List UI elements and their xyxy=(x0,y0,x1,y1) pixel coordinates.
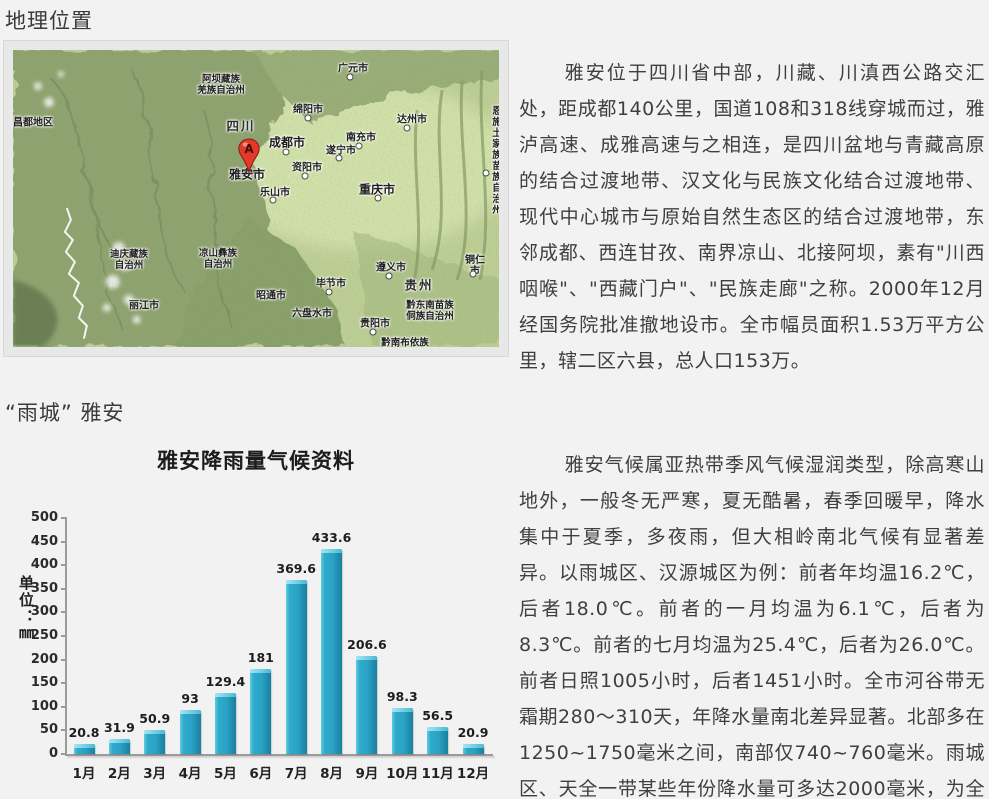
y-tick-mark xyxy=(61,706,66,708)
rainfall-bar xyxy=(286,580,307,754)
city-dot-icon xyxy=(470,271,477,278)
rainfall-bar xyxy=(463,744,484,754)
bar-value-label: 369.6 xyxy=(266,561,326,576)
city-dot-icon xyxy=(356,143,363,150)
x-axis-shadow xyxy=(67,756,495,759)
bar-value-label: 20.9 xyxy=(443,725,503,740)
rain-section-heading: “雨城” 雅安 xyxy=(5,397,124,427)
chart-title: 雅安降雨量气候资料 xyxy=(0,445,512,475)
rainfall-bar xyxy=(109,739,130,754)
bar-value-label: 181 xyxy=(231,650,291,665)
y-tick-mark xyxy=(61,659,66,661)
rainfall-bar xyxy=(356,656,377,754)
page: 地理位置 xyxy=(0,0,989,799)
bar-value-label: 98.3 xyxy=(372,689,432,704)
y-tick-mark xyxy=(61,517,66,519)
y-tick-mark xyxy=(61,611,66,613)
map-image: 昌都地区广元市绵阳市达州市成都市南充市遂宁市资阳市雅安市乐山市重庆市昭通市丽江市… xyxy=(13,50,499,347)
bar-value-label: 93 xyxy=(160,691,220,706)
y-tick-mark xyxy=(61,564,66,566)
y-tick-label: 100 xyxy=(18,699,58,714)
bar-value-label: 206.6 xyxy=(337,637,397,652)
geo-paragraph: 雅安位于四川省中部，川藏、川滇西公路交汇处，距成都140公里，国道108和318… xyxy=(519,55,985,379)
y-tick-label: 50 xyxy=(18,722,58,737)
svg-text:A: A xyxy=(244,142,254,156)
y-tick-mark xyxy=(61,588,66,590)
x-category-label: 12月 xyxy=(448,762,498,782)
y-tick-label: 150 xyxy=(18,675,58,690)
y-tick-label: 350 xyxy=(18,581,58,596)
geo-section-heading: 地理位置 xyxy=(5,5,93,35)
city-dot-icon xyxy=(336,155,343,162)
rainfall-bar xyxy=(250,669,271,754)
bar-value-label: 50.9 xyxy=(125,711,185,726)
city-dot-icon xyxy=(305,115,312,122)
y-tick-label: 300 xyxy=(18,604,58,619)
y-tick-label: 450 xyxy=(18,534,58,549)
city-dot-icon xyxy=(270,197,277,204)
bar-value-label: 56.5 xyxy=(408,708,468,723)
city-dot-icon xyxy=(302,173,309,180)
city-dot-icon xyxy=(386,273,393,280)
y-tick-mark xyxy=(61,753,66,755)
city-dot-icon xyxy=(347,74,354,81)
city-dot-icon xyxy=(404,125,411,132)
y-tick-label: 0 xyxy=(18,746,58,761)
y-tick-mark xyxy=(61,635,66,637)
city-dot-icon xyxy=(483,170,490,177)
city-dot-icon xyxy=(283,149,290,156)
rainfall-bar xyxy=(74,744,95,754)
y-tick-label: 500 xyxy=(18,510,58,525)
y-tick-mark xyxy=(61,682,66,684)
y-tick-label: 400 xyxy=(18,557,58,572)
rainfall-bar xyxy=(180,710,201,754)
bar-value-label: 129.4 xyxy=(195,674,255,689)
rainfall-bar xyxy=(215,693,236,754)
city-dot-icon xyxy=(326,289,333,296)
climate-paragraph: 雅安气候属亚热带季风气候湿润类型，除高寒山地外，一般冬无严寒，夏无酷暑，春季回暖… xyxy=(519,447,985,799)
city-dot-icon xyxy=(370,329,377,336)
y-tick-mark xyxy=(61,541,66,543)
bar-value-label: 433.6 xyxy=(302,530,362,545)
location-pin-icon: A xyxy=(237,138,261,174)
rainfall-bar xyxy=(144,730,165,754)
city-dot-icon xyxy=(375,195,382,202)
y-tick-label: 200 xyxy=(18,652,58,667)
map-frame: 昌都地区广元市绵阳市达州市成都市南充市遂宁市资阳市雅安市乐山市重庆市昭通市丽江市… xyxy=(3,40,509,357)
terrain-graphic xyxy=(13,50,499,347)
y-tick-label: 250 xyxy=(18,628,58,643)
